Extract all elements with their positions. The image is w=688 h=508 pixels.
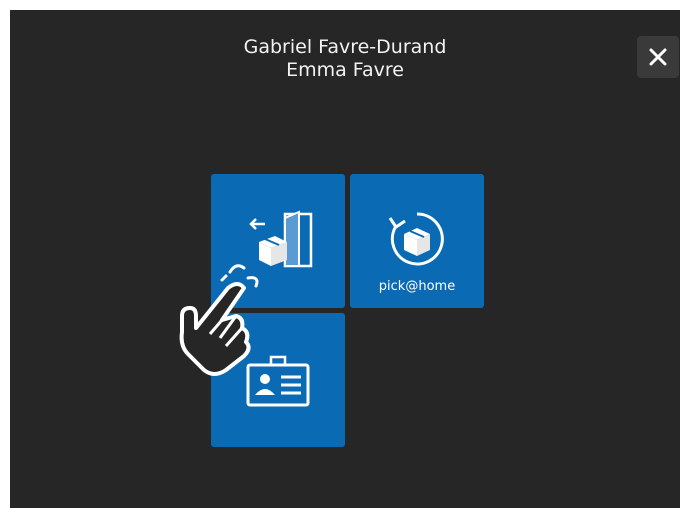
tile-label-pick-at-home: pick@home — [378, 279, 456, 294]
parcel-return-circle-icon — [388, 212, 444, 266]
tile-return-parcel[interactable] — [211, 174, 345, 308]
kiosk-screen: Gabriel Favre-Durand Emma Favre pick@hom… — [10, 10, 680, 508]
recipient-names: Gabriel Favre-Durand Emma Favre — [10, 36, 680, 82]
id-card-icon — [246, 355, 310, 407]
tile-id-card[interactable] — [211, 313, 345, 447]
recipient-name-secondary: Emma Favre — [286, 59, 404, 81]
door-parcel-out-icon — [249, 210, 313, 268]
close-icon — [649, 48, 667, 66]
tile-pick-at-home[interactable]: pick@home — [350, 174, 484, 308]
recipient-name-primary: Gabriel Favre-Durand — [243, 36, 447, 58]
close-button[interactable] — [637, 36, 679, 78]
